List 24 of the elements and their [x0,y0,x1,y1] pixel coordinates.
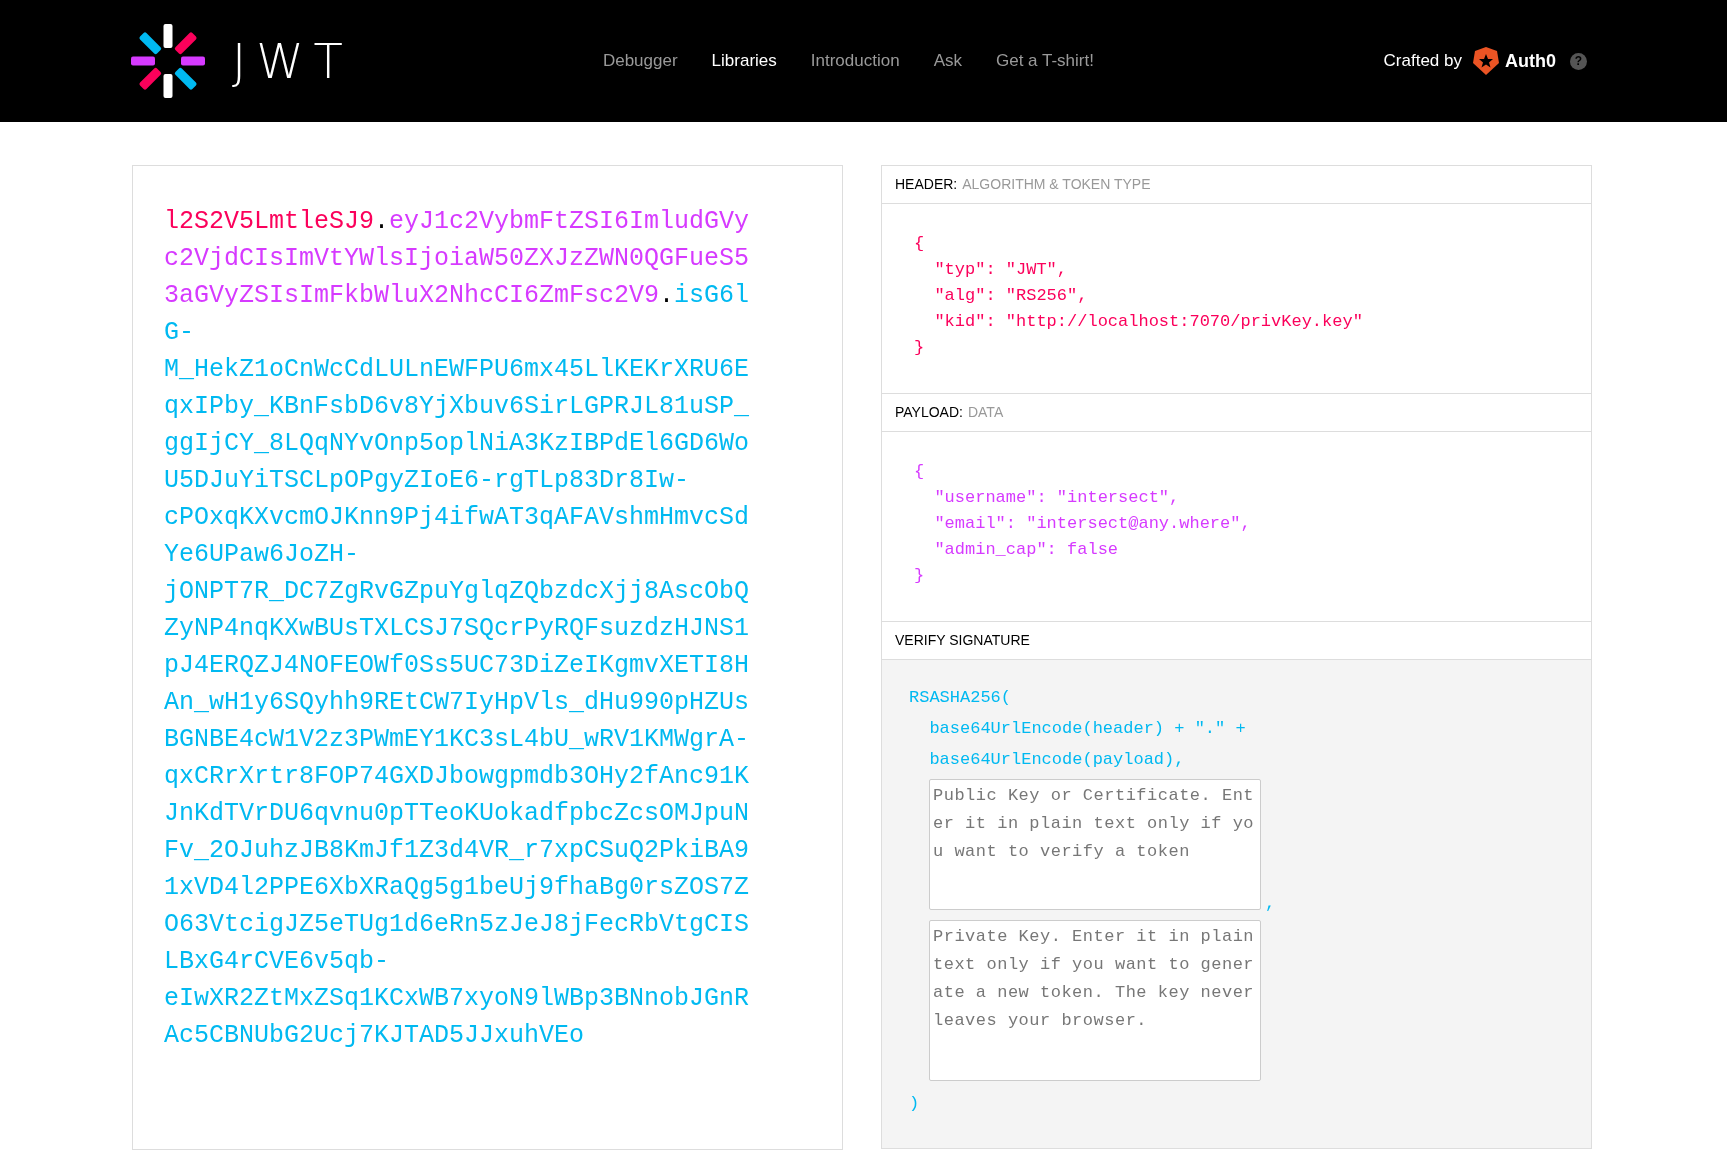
section-title: VERIFY SIGNATURE [895,631,1030,650]
signature-code: RSASHA256( base64UrlEncode(header) + "." + base64UrlEncode(payload), [909,687,1247,771]
public-key-field[interactable]: Public Key or Certificate. Enter it in plain text only if you want to verify a token [929,779,1261,910]
crafted-by-label: Crafted by [1383,50,1462,73]
closing-paren: ) [909,1093,921,1115]
nav-link[interactable]: Debugger [602,48,678,74]
section-title: HEADER: [895,175,958,194]
comma-separator: , [1265,892,1276,915]
private-key-field[interactable]: Private Key. Enter it in plain text only if you want to generate a new token. The key never leaves your browser. [929,920,1261,1081]
section-subtitle: ALGORITHM & TOKEN TYPE [962,175,1151,194]
encoded-token: l2S2V5LmtleSJ9.eyJ1c2VybmFtZSI6ImludGVyc2VjdCIsImVtYWlsIjoiaW50ZXJzZWN0QGFueS53aGVyZSIsImFkbWluX2NhcCI6ZmFsc2V9.isG6lG-M_HekZ1oCnWcCdLULnEWFPU6mx45LlKEKrXRU6EqxIPby_KBnFsbD6v8YjXbuv6SirLGPRJL81uSP_ggIjCY_8LQqNYvOnp5oplNiA3KzIBPdEl6GD6WoU5DJuYiTSCLpOPgyZIoE6-rgTLp83Dr8Iw-cPOxqKXvcmOJKnn9Pj4ifwAT3qAFAVshmHmvcSdYe6UPaw6JoZH-jONPT7R_DC7ZgRvGZpuYglqZQbzdcXjj8AscObQZyNP4nqKXwBUsTXLCSJ7SQcrPyRQFsuzdzHJNS1pJ4ERQZJ4NOFEOWf0Ss5UC73DiZeIKgmvXETI8HAn_wH1y6SQyhh9REtCW7IyHpVls_dHu990pHZUsBGNBE4cW1V2z3PWmEY1KC3sL4bU_wRV1KMWgrA-qxCRrXrtr8FOP74GXDJbowgpmdb3OHy2fAnc91KJnKdTVrDU6qvnu0pTTeoKUokadfpbcZcsOMJpuNFv_2OJuhzJB8KmJf1Z3d4VR_r7xpCSuQ2PkiBA91xVD4l2PPE6XbXRaQg5g1beUj9fhaBg0rsZOS7ZO63VtcigJZ5eTUg1d6eRn5zJeJ8jFecRbVtgCISLBxG4rCVE6v5qb-eIwXR2ZtMxZSq1KCxWB7xyoN9lWBp3BNnobJGnRAc5CBNUbG2Ucj7KJTAD5JJxuhVEo [164,206,751,1052]
payload-json[interactable]: { "username": "intersect", "email": "intersect@any.where", "admin_cap": false } [914,459,1251,589]
nav-link[interactable]: Ask [933,48,962,74]
section-subtitle: DATA [967,403,1004,422]
nav-link[interactable]: Get a T-shirt! [996,48,1094,74]
logo-icon [130,23,206,99]
section-title: PAYLOAD: [895,403,963,422]
nav-link[interactable]: Libraries [711,48,777,74]
brand-name: Auth0 [1505,49,1556,73]
logo-text: JWT [232,32,353,91]
header-json[interactable]: { "typ": "JWT", "alg": "RS256", "kid": "http://localhost:7070/privKey.key" } [914,231,1363,361]
encoded-token-panel[interactable] [132,165,843,1150]
nav-link[interactable]: Introduction [810,48,900,74]
shield-logo-icon [1472,46,1500,76]
